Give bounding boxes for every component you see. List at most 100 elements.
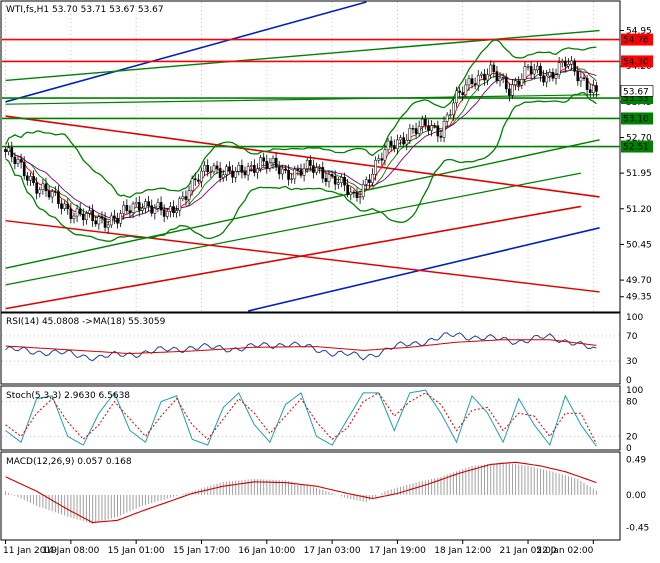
chart-canvas[interactable]: 54.9554.2053.4552.7051.9551.2050.4549.70… (0, 0, 660, 560)
stoch-panel-title: Stoch(5,3,3) 2.9630 6.5638 (6, 391, 130, 401)
candle-body (284, 168, 287, 171)
candle-body (333, 175, 337, 185)
candle-body (417, 126, 421, 134)
candle-body (41, 183, 45, 190)
candle-body (271, 157, 275, 164)
candle-body (380, 158, 384, 161)
candle-body (573, 60, 577, 72)
candle-body (402, 137, 405, 145)
candle-body (131, 203, 135, 213)
rsi-panel-title: RSI(14) 45.0808 ->MA(18) 55.3059 (6, 317, 166, 327)
candle-body (461, 92, 465, 96)
candle-body (169, 206, 172, 212)
candle-body (265, 160, 269, 169)
candle-body (355, 192, 359, 198)
candle-body (197, 179, 200, 182)
candle-body (60, 203, 63, 209)
candle-body (81, 213, 85, 221)
candle-body (268, 162, 272, 169)
candle-body (570, 60, 573, 65)
candle-body (399, 137, 402, 141)
candle-body (389, 140, 393, 146)
price-level-label: 54.76 (623, 36, 649, 46)
candle-body (526, 66, 530, 68)
rsi-axis-label: 70 (626, 332, 638, 342)
chart-background (0, 0, 660, 560)
candle-body (591, 85, 595, 94)
candle-body (150, 205, 154, 214)
candle-body (585, 78, 589, 90)
candle-body (430, 125, 433, 131)
price-axis-label: 51.95 (626, 169, 652, 179)
candle-body (75, 208, 79, 217)
price-level-label: 53.10 (623, 114, 649, 124)
macd-axis-label: 0.49 (626, 455, 646, 465)
candle-body (501, 76, 505, 79)
candle-body (340, 177, 343, 183)
candle-body (147, 201, 150, 206)
candle-body (315, 167, 318, 173)
rsi-axis-label: 0 (626, 376, 632, 386)
candle-body (483, 73, 486, 81)
candle-body (396, 139, 399, 149)
candle-body (38, 189, 42, 194)
candle-body (212, 165, 216, 173)
candle-body (489, 64, 493, 76)
time-axis-label: 15 Jan 01:00 (108, 546, 165, 556)
candle-body (480, 73, 483, 76)
candle-body (78, 208, 82, 215)
candle-body (545, 75, 549, 83)
candle-body (302, 168, 306, 176)
candle-body (72, 215, 76, 220)
candle-body (579, 77, 583, 82)
candle-body (374, 159, 377, 175)
candle-body (181, 196, 185, 199)
candle-body (144, 201, 147, 209)
candle-body (349, 191, 353, 195)
candle-body (498, 77, 502, 82)
rsi-axis-label: 30 (626, 357, 638, 367)
candle-body (116, 218, 119, 224)
candle-body (386, 140, 390, 151)
candle-body (595, 85, 598, 92)
time-axis-label: 16 Jan 10:00 (238, 546, 295, 556)
candle-body (470, 78, 474, 84)
candle-body (165, 211, 169, 217)
price-axis-label: 49.70 (626, 276, 652, 286)
candle-body (221, 174, 225, 178)
candle-body (588, 89, 592, 94)
candle-body (358, 196, 362, 198)
candle-body (371, 174, 374, 183)
candle-body (327, 174, 331, 182)
candle-body (19, 159, 23, 163)
candle-body (330, 174, 334, 177)
candle-body (458, 90, 461, 93)
candle-body (296, 168, 300, 171)
price-panel-title: WTI,fs,H1 53.70 53.71 53.67 53.67 (6, 5, 164, 15)
candle-body (567, 64, 570, 67)
candle-body (66, 203, 70, 210)
candle-body (178, 198, 182, 211)
time-axis-label: 17 Jan 19:00 (369, 546, 426, 556)
candle-body (551, 72, 555, 79)
candle-body (377, 158, 381, 161)
candle-body (156, 202, 160, 209)
candle-body (53, 191, 57, 193)
candle-body (557, 62, 561, 76)
candle-body (190, 178, 194, 191)
candle-body (106, 224, 110, 228)
candle-body (576, 71, 580, 82)
candle-body (16, 159, 20, 164)
candle-body (504, 76, 508, 90)
candle-body (103, 218, 107, 228)
candle-body (281, 168, 284, 175)
candle-body (63, 203, 66, 209)
candle-body (424, 118, 427, 126)
candle-body (246, 166, 250, 176)
candle-body (218, 168, 222, 178)
candle-body (514, 80, 517, 85)
candle-body (94, 220, 98, 225)
candle-body (175, 210, 178, 214)
time-axis-label: 14 Jan 08:00 (42, 546, 99, 556)
candle-body (153, 207, 157, 214)
